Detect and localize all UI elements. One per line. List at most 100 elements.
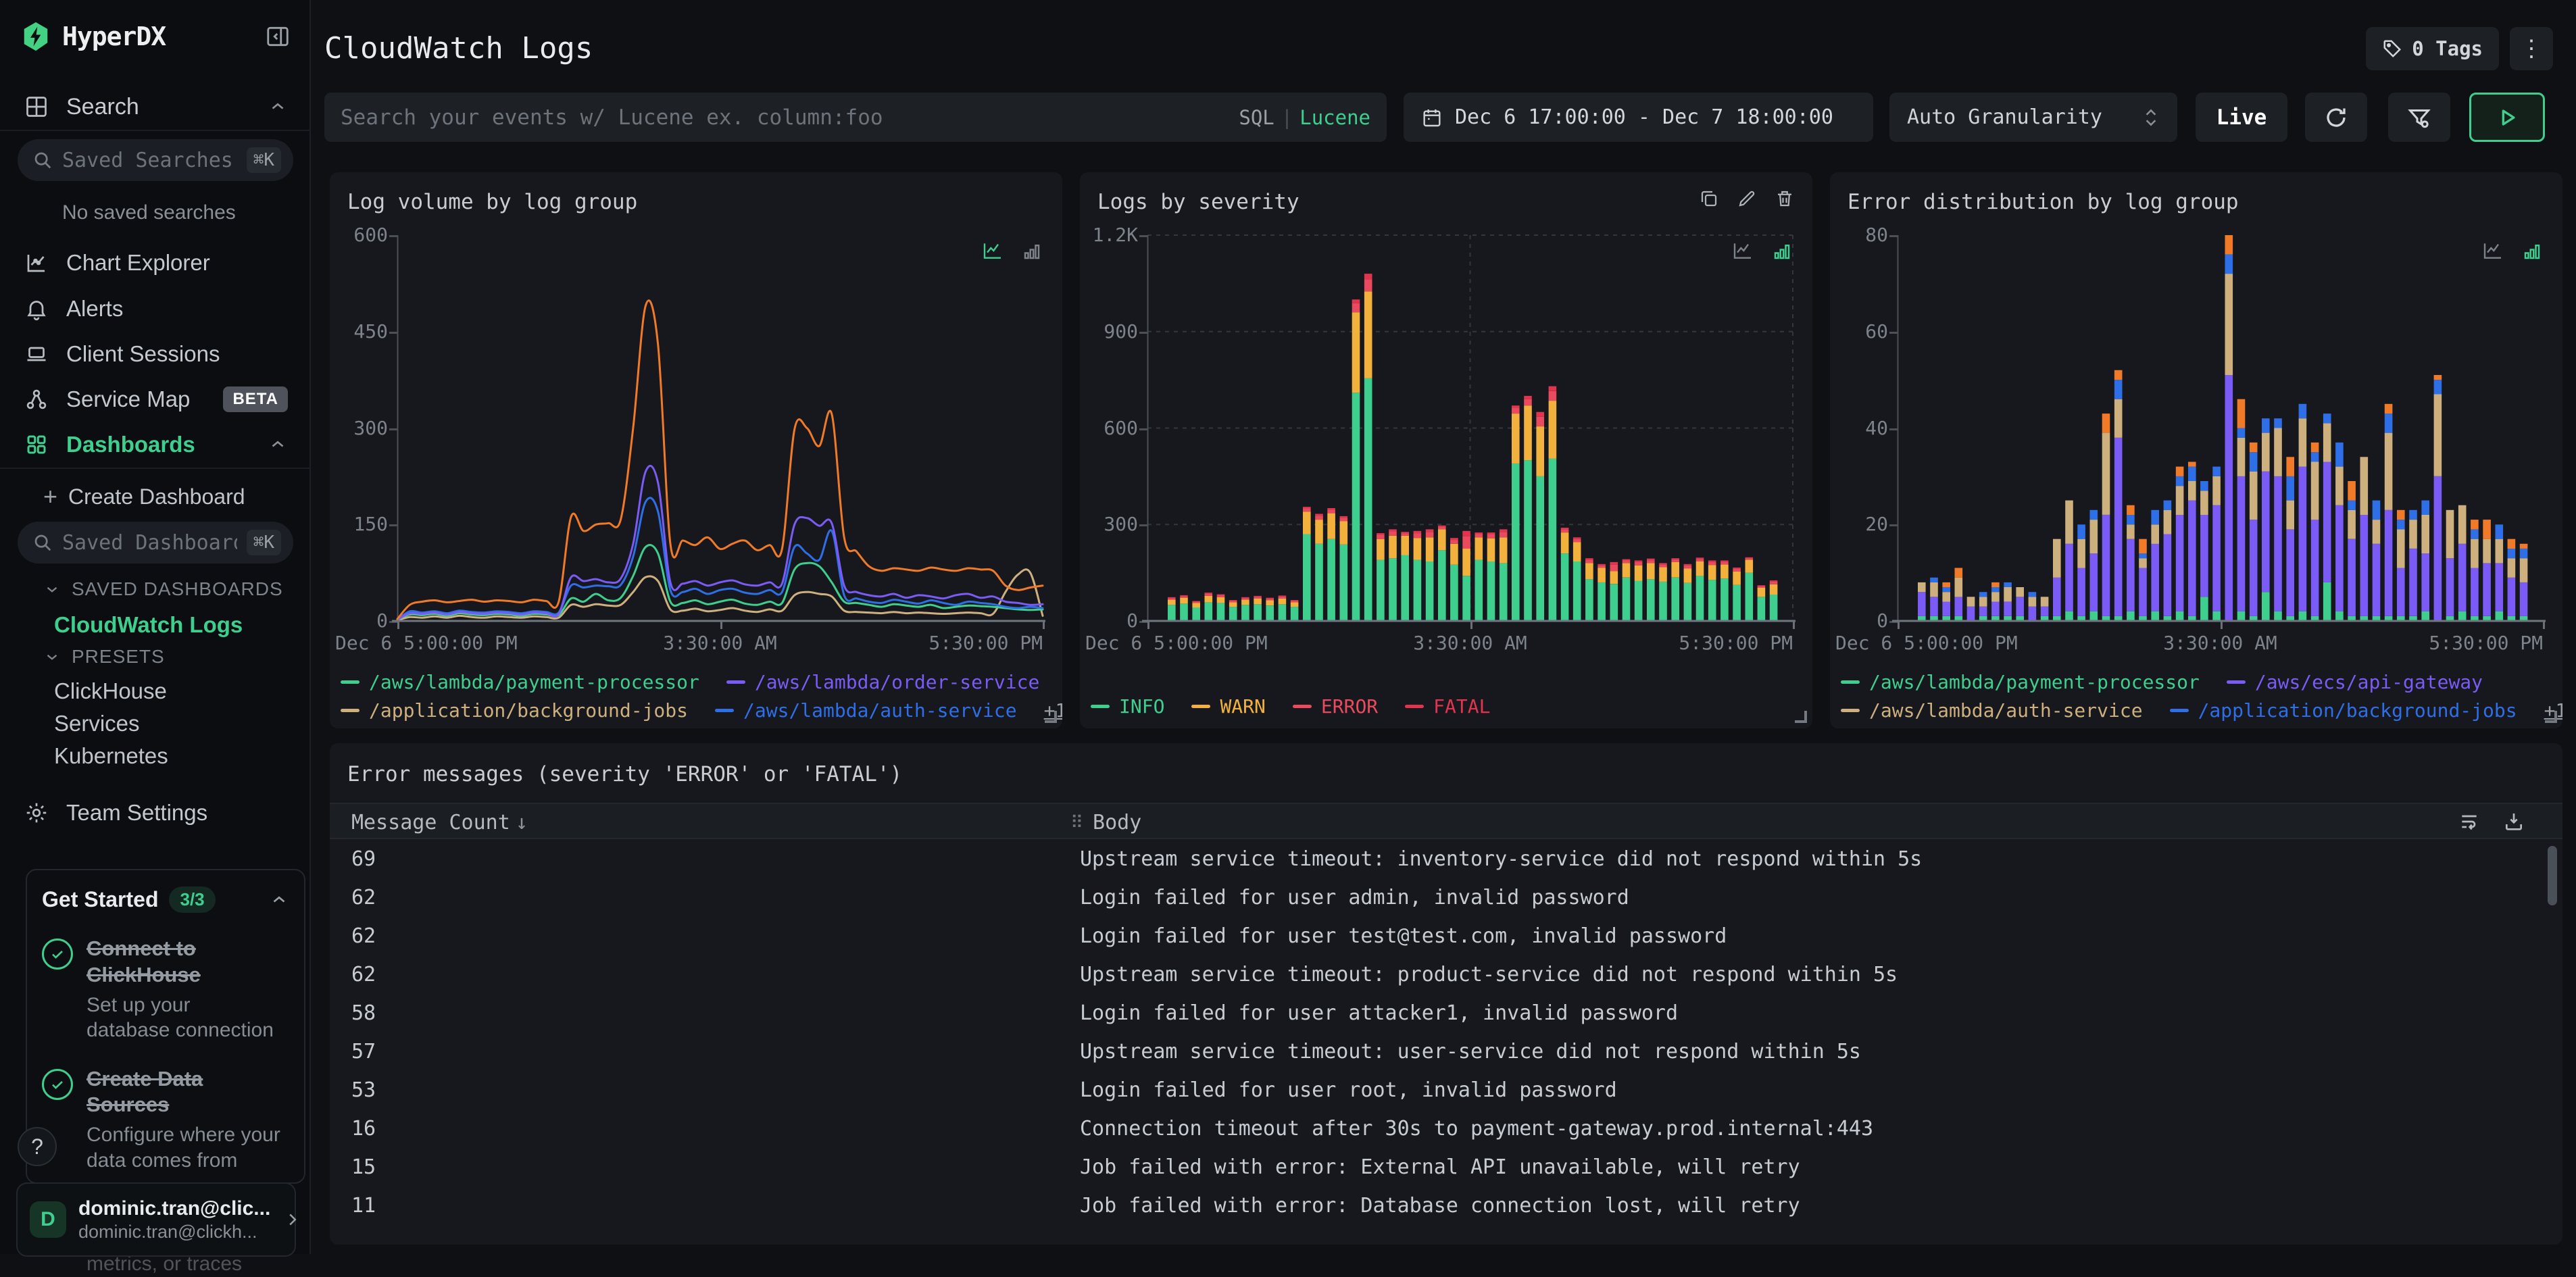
table-row[interactable]: 62 Upstream service timeout: product-serv… bbox=[330, 955, 2562, 993]
line-chart-mode-icon[interactable] bbox=[2481, 240, 2504, 261]
table-scrollbar[interactable] bbox=[2548, 846, 2557, 905]
time-range-picker[interactable]: Dec 6 17:00:00 - Dec 7 18:00:00 bbox=[1404, 93, 1873, 142]
create-dashboard-label: Create Dashboard bbox=[68, 484, 245, 509]
chart-log-volume[interactable]: 600 450 300 150 0 Dec 6 5:00:00 PM 3:30:00 AM 5… bbox=[330, 172, 1062, 728]
get-started-step-connect[interactable]: Connect to ClickHouse Set up your databa… bbox=[42, 936, 289, 1043]
get-started-step-sources[interactable]: Create Data Sources Configure where your… bbox=[42, 1066, 289, 1174]
chevron-up-icon[interactable] bbox=[268, 97, 288, 117]
kebab-menu-button[interactable]: ⋮ bbox=[2510, 27, 2553, 70]
sql-toggle[interactable]: SQL bbox=[1239, 106, 1274, 129]
section-presets[interactable]: PRESETS bbox=[43, 646, 165, 668]
sidebar-preset-kubernetes[interactable]: Kubernetes bbox=[54, 743, 168, 769]
line-chart-mode-icon[interactable] bbox=[981, 240, 1004, 261]
x-axis-tick-label: 5:30:00 PM bbox=[2429, 632, 2543, 654]
filter-button[interactable] bbox=[2388, 93, 2450, 142]
sidebar-item-client-sessions[interactable]: Client Sessions bbox=[0, 334, 311, 374]
table-row[interactable]: 69 Upstream service timeout: inventory-se… bbox=[330, 839, 2562, 878]
run-query-button[interactable] bbox=[2469, 93, 2545, 142]
sidebar-preset-services[interactable]: Services bbox=[54, 711, 140, 736]
user-email: dominic.tran@clickh... bbox=[78, 1221, 257, 1242]
edit-panel-icon[interactable] bbox=[1737, 189, 1757, 209]
sidebar-dashboard-cloudwatch-logs[interactable]: CloudWatch Logs bbox=[54, 612, 243, 638]
legend-item[interactable]: /aws/lambda/auth-service bbox=[1841, 699, 2143, 722]
section-saved-dashboards[interactable]: SAVED DASHBOARDS bbox=[43, 578, 283, 600]
wrap-text-icon[interactable] bbox=[2458, 811, 2480, 832]
chevron-up-icon[interactable] bbox=[269, 890, 289, 910]
bar-chart-mode-icon[interactable] bbox=[1772, 241, 1792, 261]
table-row[interactable]: 62 Login failed for user admin, invalid p… bbox=[330, 878, 2562, 916]
bar-chart-mode-icon[interactable] bbox=[2522, 241, 2542, 261]
column-header-message-count[interactable]: Message Count ↓ bbox=[351, 811, 528, 834]
x-axis-tick-label: 3:30:00 AM bbox=[663, 632, 777, 654]
delete-panel-icon[interactable] bbox=[1775, 189, 1795, 209]
table-row[interactable]: 62 Login failed for user test@test.com, i… bbox=[330, 916, 2562, 955]
table-row[interactable]: 16 Connection timeout after 30s to paymen… bbox=[330, 1109, 2562, 1147]
legend-item[interactable]: /aws/ecs/api-gateway bbox=[2226, 671, 2483, 693]
y-axis-tick-label: 0 bbox=[1877, 609, 1888, 632]
chart-error-distribution[interactable]: 80 60 40 20 0 Dec 6 5:00:00 PM 3:30:00 AM 5:30:… bbox=[1830, 172, 2562, 728]
chart-plot[interactable] bbox=[1142, 234, 1795, 622]
tags-button[interactable]: 0 Tags bbox=[2366, 27, 2499, 70]
x-axis-tick bbox=[1043, 621, 1045, 629]
get-started-title: Get Started bbox=[42, 887, 159, 911]
table-row[interactable]: 53 Login failed for user root, invalid pa… bbox=[330, 1070, 2562, 1109]
check-circle-icon bbox=[42, 938, 73, 970]
query-language-toggle[interactable]: SQL | Lucene bbox=[1239, 106, 1370, 129]
help-button[interactable]: ? bbox=[18, 1127, 57, 1166]
y-axis-tick-label: 0 bbox=[376, 609, 388, 632]
saved-searches-search[interactable]: ⌘K bbox=[18, 139, 293, 181]
chart-plot[interactable] bbox=[1892, 235, 2546, 622]
y-axis-tick-label: 450 bbox=[353, 320, 388, 343]
sidebar-item-search[interactable]: Search bbox=[0, 86, 311, 127]
duplicate-panel-icon[interactable] bbox=[1699, 189, 1719, 209]
legend-item[interactable]: /aws/lambda/order-service bbox=[726, 671, 1039, 693]
download-icon[interactable] bbox=[2503, 811, 2525, 832]
line-chart-mode-icon[interactable] bbox=[1731, 240, 1754, 261]
sidebar-preset-clickhouse[interactable]: ClickHouse bbox=[54, 678, 167, 704]
cell-body: Login failed for user attacker1, invalid… bbox=[1080, 1001, 1679, 1025]
live-button[interactable]: Live bbox=[2196, 93, 2287, 142]
legend-item[interactable]: ERROR bbox=[1292, 695, 1378, 718]
legend-item[interactable]: WARN bbox=[1191, 695, 1266, 718]
legend-color-dash bbox=[1841, 709, 1860, 712]
saved-dashboards-input[interactable] bbox=[62, 530, 237, 555]
table-row[interactable]: 11 Job failed with error: Database connec… bbox=[330, 1186, 2562, 1224]
legend-color-dash bbox=[1841, 680, 1860, 684]
refresh-button[interactable] bbox=[2305, 93, 2367, 142]
legend-item[interactable]: /application/background-jobs bbox=[341, 699, 688, 722]
chevron-up-icon[interactable] bbox=[268, 434, 288, 455]
user-card[interactable]: D dominic.tran@clic... dominic.tran@clic… bbox=[16, 1182, 297, 1257]
legend-item[interactable]: /aws/lambda/payment-processor bbox=[1841, 671, 2200, 693]
create-dashboard-button[interactable]: + Create Dashboard bbox=[43, 482, 245, 511]
panel-log-volume: 600 450 300 150 0 Dec 6 5:00:00 PM 3:30:00 AM 5… bbox=[330, 172, 1062, 728]
column-header-body[interactable]: ⠿ Body bbox=[1070, 811, 1141, 834]
sidebar-item-dashboards[interactable]: Dashboards bbox=[0, 425, 311, 464]
legend-item[interactable]: /aws/lambda/auth-service bbox=[715, 699, 1017, 722]
saved-searches-input[interactable] bbox=[62, 148, 237, 172]
table-row[interactable]: 58 Login failed for user attacker1, inval… bbox=[330, 993, 2562, 1032]
table-row[interactable]: 57 Upstream service timeout: user-service… bbox=[330, 1032, 2562, 1070]
drag-handle-icon[interactable]: ⠿ bbox=[1070, 813, 1083, 833]
chart-plot[interactable] bbox=[392, 235, 1045, 622]
legend-item[interactable]: INFO bbox=[1091, 695, 1164, 718]
saved-dashboards-search[interactable]: ⌘K bbox=[18, 522, 293, 564]
collapse-sidebar-icon[interactable] bbox=[265, 24, 291, 49]
table-row[interactable]: 15 Job failed with error: External API un… bbox=[330, 1147, 2562, 1186]
chart-logs-by-severity[interactable]: 1.2K 900 600 300 0 Dec 6 5:00:00 PM 3:30:00 AM… bbox=[1080, 172, 1812, 728]
sidebar-item-chart-explorer[interactable]: Chart Explorer bbox=[0, 243, 311, 282]
laptop-icon bbox=[23, 341, 50, 368]
legend-more-link[interactable]: +1 more bbox=[2544, 699, 2562, 722]
event-search-input[interactable] bbox=[341, 105, 1227, 130]
legend-item[interactable]: FATAL bbox=[1405, 695, 1490, 718]
lucene-toggle[interactable]: Lucene bbox=[1299, 106, 1370, 129]
legend-item[interactable]: /aws/lambda/payment-processor bbox=[341, 671, 699, 693]
event-search[interactable]: SQL | Lucene bbox=[324, 93, 1387, 142]
legend-more-link[interactable]: +1 more bbox=[1044, 699, 1062, 722]
granularity-select[interactable]: Auto Granularity bbox=[1889, 93, 2177, 142]
legend-item[interactable]: /application/background-jobs bbox=[2169, 699, 2517, 722]
sidebar-item-team-settings[interactable]: Team Settings bbox=[0, 793, 311, 832]
bar-chart-mode-icon[interactable] bbox=[1022, 241, 1042, 261]
sidebar-item-service-map[interactable]: Service Map BETA bbox=[0, 380, 311, 419]
chart-legend-row: /aws/lambda/auth-service/application/bac… bbox=[1841, 699, 2562, 722]
sidebar-item-alerts[interactable]: Alerts bbox=[0, 289, 311, 328]
